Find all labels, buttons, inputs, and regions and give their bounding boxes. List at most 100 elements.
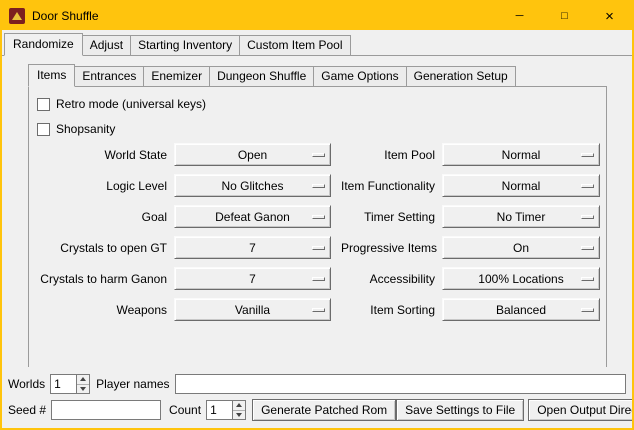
player-names-input[interactable] xyxy=(175,374,627,394)
dropdown-value: 7 xyxy=(249,241,256,255)
field-row: Crystals to open GT 7 xyxy=(37,236,331,259)
player-names-label: Player names xyxy=(96,377,174,391)
count-spinner xyxy=(206,400,246,420)
field-label: Logic Level xyxy=(37,179,174,193)
field-row: Weapons Vanilla xyxy=(37,298,331,321)
item-pool-dropdown[interactable]: Normal xyxy=(442,143,600,166)
tab-starting-inventory[interactable]: Starting Inventory xyxy=(130,35,240,55)
menu-indicator-icon xyxy=(581,246,594,250)
open-output-directory-button[interactable]: Open Output Directory xyxy=(528,399,634,421)
field-label: Item Pool xyxy=(341,148,442,162)
dropdown-value: Defeat Ganon xyxy=(215,210,290,224)
field-row: Logic Level No Glitches xyxy=(37,174,331,197)
crystals-open-gt-dropdown[interactable]: 7 xyxy=(174,236,331,259)
tab-adjust[interactable]: Adjust xyxy=(82,35,131,55)
dropdown-value: Balanced xyxy=(496,303,546,317)
field-label: Timer Setting xyxy=(341,210,442,224)
field-label: Goal xyxy=(37,210,174,224)
seed-label: Seed # xyxy=(8,403,51,417)
field-row: Timer Setting No Timer xyxy=(341,205,600,228)
menu-indicator-icon xyxy=(312,308,325,312)
tab-dungeon-shuffle[interactable]: Dungeon Shuffle xyxy=(209,66,314,86)
menu-indicator-icon xyxy=(312,215,325,219)
field-row: Item Sorting Balanced xyxy=(341,298,600,321)
left-option-column: World State Open Logic Level No Glitches xyxy=(37,143,331,329)
field-label: Item Sorting xyxy=(341,303,442,317)
field-row: Accessibility 100% Locations xyxy=(341,267,600,290)
menu-indicator-icon xyxy=(312,246,325,250)
accessibility-dropdown[interactable]: 100% Locations xyxy=(442,267,600,290)
tab-randomize[interactable]: Randomize xyxy=(4,33,83,56)
tab-enemizer[interactable]: Enemizer xyxy=(143,66,210,86)
menu-indicator-icon xyxy=(312,277,325,281)
up-arrow-icon xyxy=(236,403,242,407)
title-bar: Door Shuffle ─ □ × xyxy=(2,2,632,30)
app-icon xyxy=(9,8,25,24)
checkbox-icon xyxy=(37,123,50,136)
window-controls: ─ □ × xyxy=(497,2,632,30)
progressive-items-dropdown[interactable]: On xyxy=(442,236,600,259)
field-row: World State Open xyxy=(37,143,331,166)
dropdown-value: On xyxy=(513,241,529,255)
world-state-dropdown[interactable]: Open xyxy=(174,143,331,166)
down-arrow-icon xyxy=(80,387,86,391)
option-grid: World State Open Logic Level No Glitches xyxy=(37,143,606,329)
tab-entrances[interactable]: Entrances xyxy=(74,66,144,86)
checkbox-retro-mode[interactable]: Retro mode (universal keys) xyxy=(37,92,606,116)
minimize-button[interactable]: ─ xyxy=(497,2,542,30)
spinner-arrows xyxy=(232,400,246,420)
worlds-label: Worlds xyxy=(8,377,50,391)
worlds-spinner-up-button[interactable] xyxy=(77,375,89,384)
worlds-input[interactable] xyxy=(50,374,76,394)
seed-input[interactable] xyxy=(51,400,161,420)
crystals-harm-ganon-dropdown[interactable]: 7 xyxy=(174,267,331,290)
field-label: Crystals to harm Ganon xyxy=(37,272,174,286)
menu-indicator-icon xyxy=(581,184,594,188)
count-label: Count xyxy=(169,403,206,417)
count-spinner-down-button[interactable] xyxy=(233,410,245,420)
count-spinner-up-button[interactable] xyxy=(233,401,245,410)
tab-generation-setup[interactable]: Generation Setup xyxy=(406,66,516,86)
field-row: Crystals to harm Ganon 7 xyxy=(37,267,331,290)
menu-indicator-icon xyxy=(581,277,594,281)
bottom-bar: Worlds Player names Seed # Count xyxy=(2,367,632,428)
dropdown-value: No Glitches xyxy=(221,179,283,193)
count-input[interactable] xyxy=(206,400,232,420)
field-label: Item Functionality xyxy=(341,179,442,193)
worlds-row: Worlds Player names xyxy=(8,374,626,394)
up-arrow-icon xyxy=(80,377,86,381)
dropdown-value: 100% Locations xyxy=(478,272,563,286)
tab-items[interactable]: Items xyxy=(28,64,75,87)
dropdown-value: Vanilla xyxy=(235,303,270,317)
tab-custom-item-pool[interactable]: Custom Item Pool xyxy=(239,35,350,55)
menu-indicator-icon xyxy=(581,153,594,157)
maximize-button[interactable]: □ xyxy=(542,2,587,30)
save-settings-button[interactable]: Save Settings to File xyxy=(396,399,524,421)
menu-indicator-icon xyxy=(581,215,594,219)
weapons-dropdown[interactable]: Vanilla xyxy=(174,298,331,321)
field-row: Item Functionality Normal xyxy=(341,174,600,197)
logic-level-dropdown[interactable]: No Glitches xyxy=(174,174,331,197)
menu-indicator-icon xyxy=(312,153,325,157)
item-sorting-dropdown[interactable]: Balanced xyxy=(442,298,600,321)
item-functionality-dropdown[interactable]: Normal xyxy=(442,174,600,197)
field-label: Progressive Items xyxy=(341,241,442,255)
field-label: World State xyxy=(37,148,174,162)
field-row: Goal Defeat Ganon xyxy=(37,205,331,228)
goal-dropdown[interactable]: Defeat Ganon xyxy=(174,205,331,228)
worlds-spinner-down-button[interactable] xyxy=(77,384,89,394)
dropdown-value: No Timer xyxy=(497,210,546,224)
generate-patched-rom-button[interactable]: Generate Patched Rom xyxy=(252,399,396,421)
close-button[interactable]: × xyxy=(587,2,632,30)
dropdown-value: Normal xyxy=(502,148,541,162)
checkbox-label: Shopsanity xyxy=(56,122,115,136)
main-tab-bar: Randomize Adjust Starting Inventory Cust… xyxy=(2,30,632,56)
tab-game-options[interactable]: Game Options xyxy=(313,66,406,86)
checkbox-shopsanity[interactable]: Shopsanity xyxy=(37,117,606,141)
worlds-spinner xyxy=(50,374,90,394)
checkbox-label: Retro mode (universal keys) xyxy=(56,97,206,111)
timer-setting-dropdown[interactable]: No Timer xyxy=(442,205,600,228)
field-label: Accessibility xyxy=(341,272,442,286)
field-label: Crystals to open GT xyxy=(37,241,174,255)
window-title: Door Shuffle xyxy=(32,9,99,23)
